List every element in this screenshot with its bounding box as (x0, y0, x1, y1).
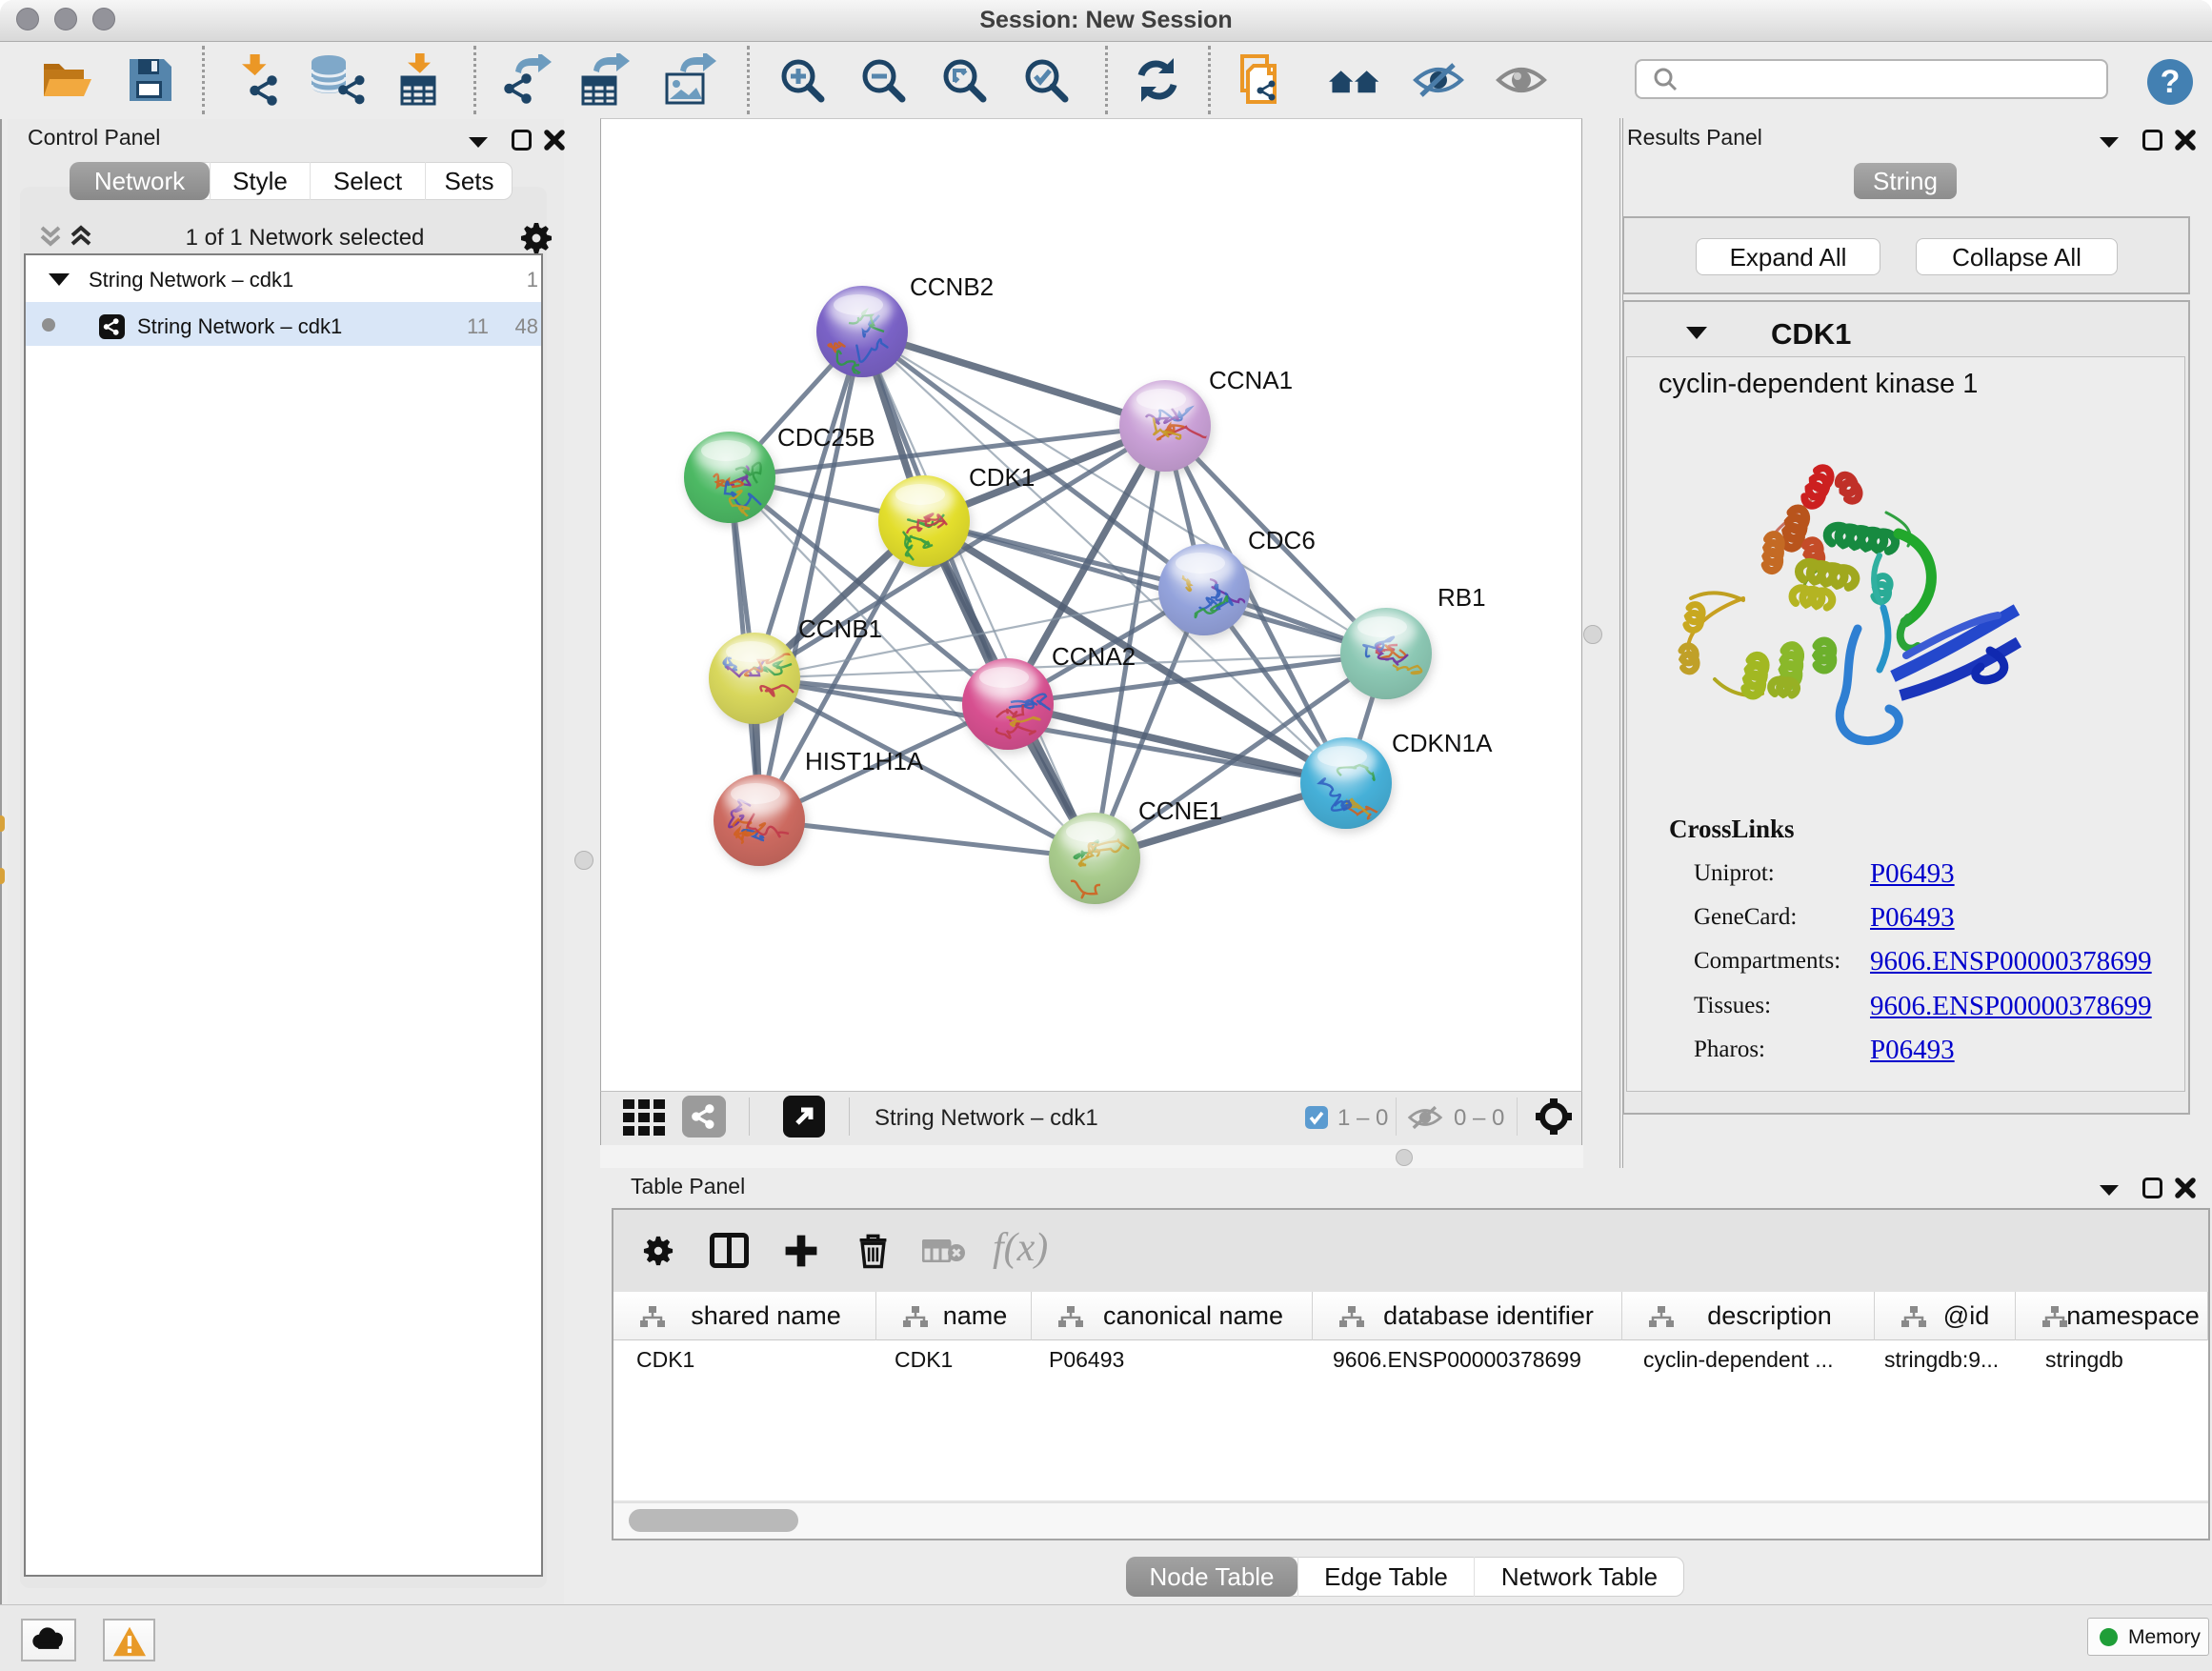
svg-text:HIST1H1A: HIST1H1A (805, 747, 924, 775)
svg-text:CCNA2: CCNA2 (1052, 642, 1136, 671)
svg-text:CDC6: CDC6 (1248, 526, 1316, 554)
svg-text:RB1: RB1 (1438, 583, 1486, 612)
svg-text:CCNB2: CCNB2 (910, 272, 994, 301)
svg-text:CDKN1A: CDKN1A (1392, 729, 1493, 757)
svg-text:CDC25B: CDC25B (777, 423, 875, 452)
svg-text:CCNE1: CCNE1 (1138, 796, 1222, 825)
svg-text:CDK1: CDK1 (969, 463, 1035, 492)
svg-text:CCNA1: CCNA1 (1209, 366, 1293, 394)
svg-text:CCNB1: CCNB1 (798, 614, 882, 643)
